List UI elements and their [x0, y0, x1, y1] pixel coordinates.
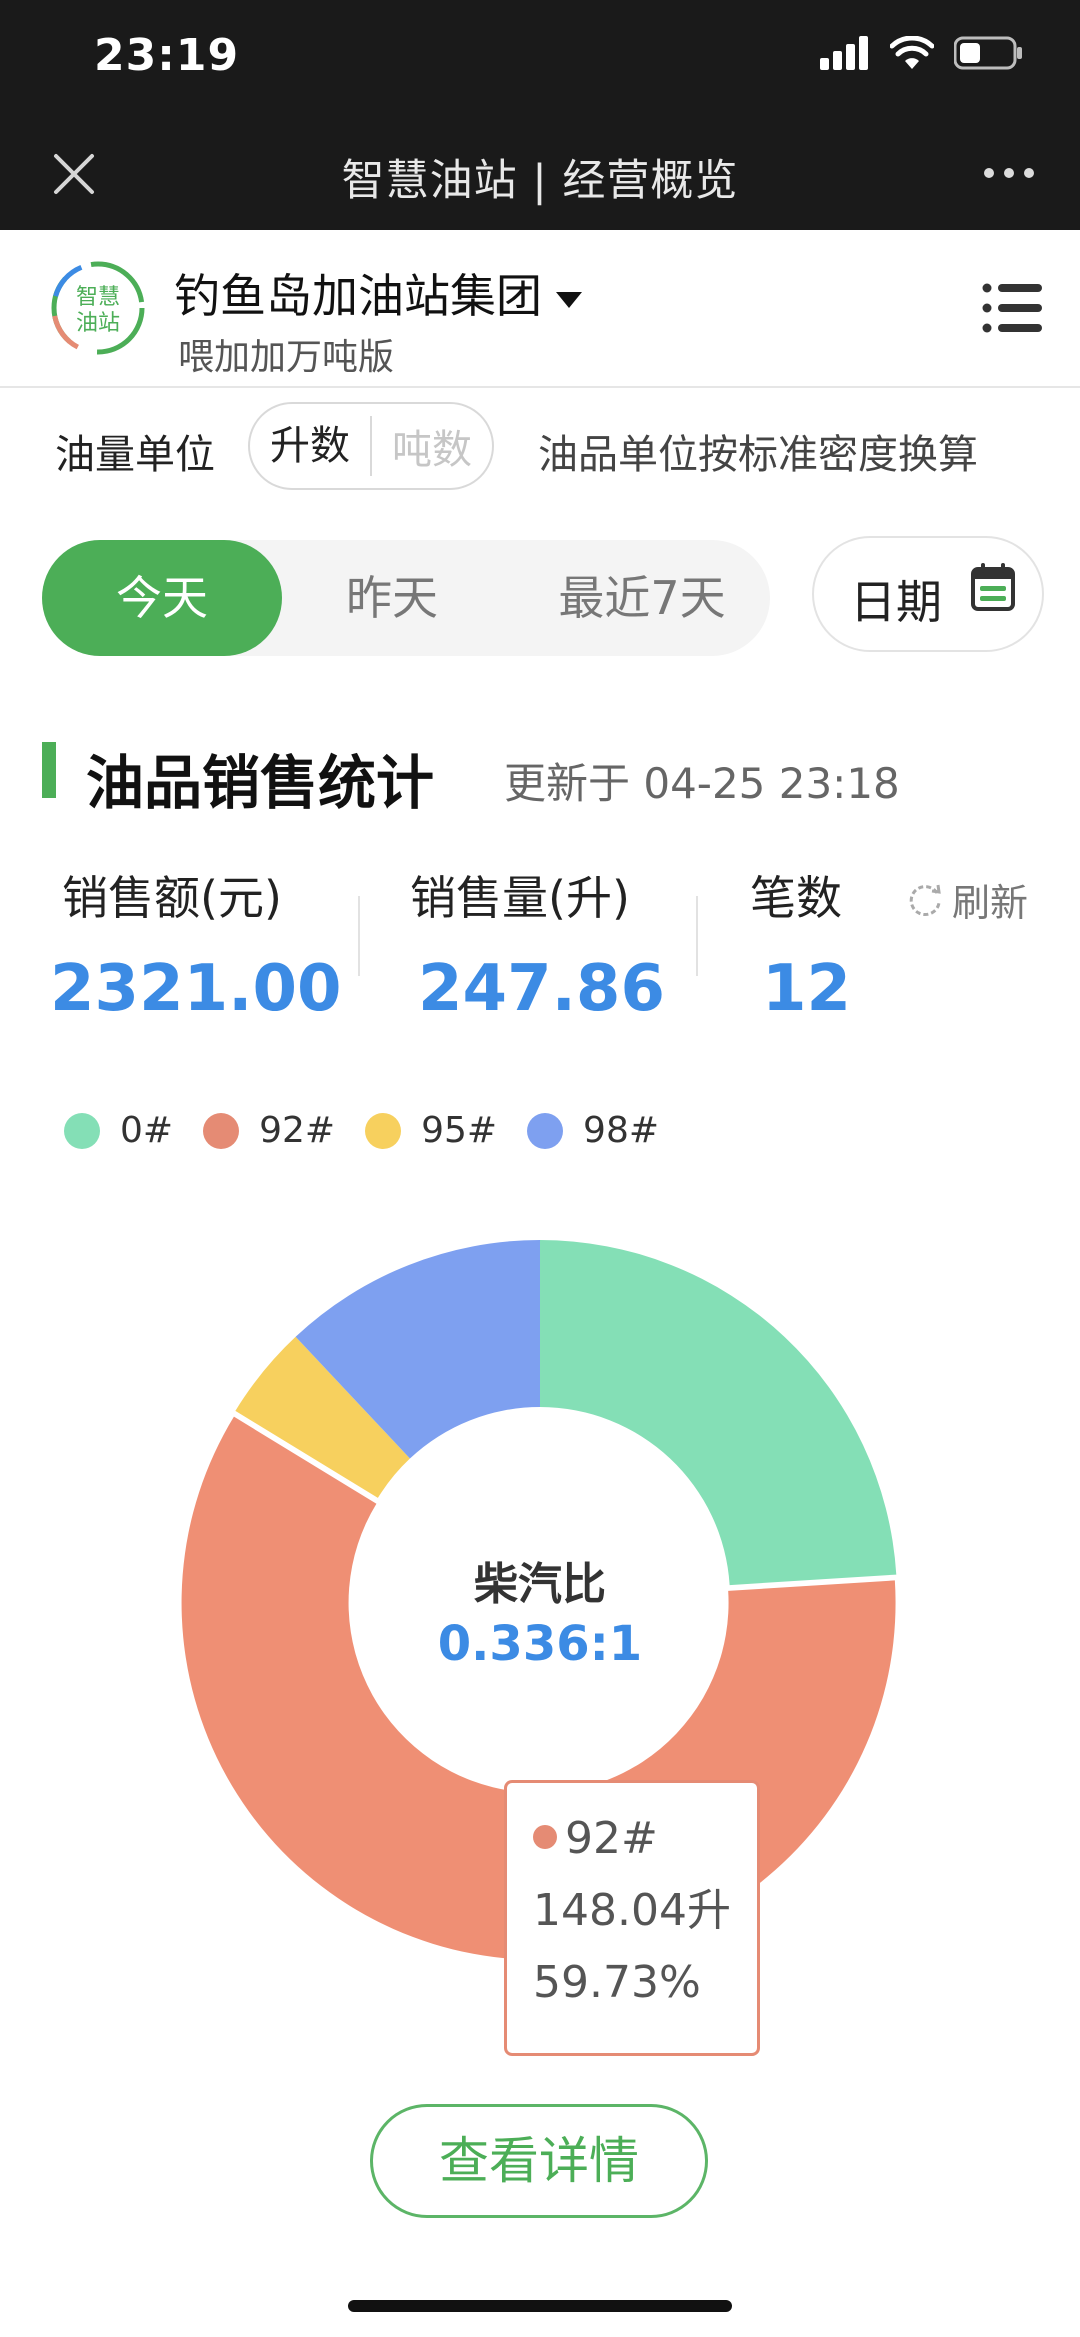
org-selector[interactable]: 钓鱼岛加油站集团 [174, 260, 582, 326]
tooltip-series: 92# [565, 1813, 658, 1864]
unit-label: 油量单位 [55, 432, 215, 478]
refresh-icon [909, 884, 941, 916]
legend-label: 98# [583, 1110, 660, 1151]
battery-icon [954, 36, 1022, 70]
section-accent-bar [42, 742, 56, 798]
wifi-icon [890, 36, 934, 69]
transaction-count-value: 12 [762, 952, 852, 1026]
signal-icon [820, 36, 868, 70]
legend-label: 0# [120, 1110, 174, 1151]
section-updated-time: 更新于 04-25 23:18 [504, 759, 900, 808]
sales-volume-label: 销售量(升) [410, 871, 630, 925]
legend-item-95[interactable]: 95# [365, 1110, 497, 1151]
date-button-label: 日期 [850, 575, 942, 629]
stat-divider [358, 896, 360, 976]
nav-title: 智慧油站 | 经营概览 [341, 156, 739, 206]
tab-last-7-days[interactable]: 最近7天 [532, 540, 752, 656]
stat-divider [696, 896, 698, 976]
tab-yesterday[interactable]: 昨天 [302, 540, 482, 656]
view-details-button[interactable]: 查看详情 [370, 2104, 708, 2218]
chart-tooltip: 92# 148.04升 59.73% [504, 1780, 760, 2056]
diesel-gasoline-ratio-title: 柴汽比 [474, 1559, 606, 1610]
tooltip-volume: 148.04升 [533, 1885, 731, 1936]
list-menu-icon[interactable] [982, 282, 1042, 334]
date-picker-button[interactable]: 日期 [812, 536, 1044, 652]
legend-dot [527, 1112, 564, 1149]
unit-option-liters[interactable]: 升数 [250, 416, 372, 476]
tooltip-dot [533, 1825, 557, 1849]
tooltip-percent: 59.73% [533, 1957, 701, 2008]
legend-item-92[interactable]: 92# [203, 1110, 335, 1151]
unit-row: 油量单位 升数 吨数 油品单位按标准密度换算 [0, 400, 1080, 496]
status-time: 23:19 [94, 30, 240, 81]
unit-note: 油品单位按标准密度换算 [538, 432, 978, 478]
tab-today[interactable]: 今天 [42, 540, 282, 656]
sales-amount-label: 销售额(元) [62, 871, 282, 925]
section-title: 油品销售统计 [86, 749, 435, 817]
logo-text-top: 智慧 [76, 285, 120, 310]
refresh-label: 刷新 [952, 881, 1029, 925]
legend-dot [64, 1112, 100, 1149]
org-subtitle: 喂加加万吨版 [178, 337, 395, 378]
org-header: 智慧 油站 钓鱼岛加油站集团 喂加加万吨版 [0, 230, 1080, 388]
transaction-count-label: 笔数 [750, 871, 842, 925]
legend-item-98[interactable]: 98# [527, 1110, 659, 1151]
donut-slice-0-grade[interactable] [540, 1240, 897, 1586]
unit-toggle[interactable]: 升数 吨数 [248, 402, 494, 490]
org-name: 钓鱼岛加油站集团 [174, 269, 542, 323]
logo-text-bottom: 油站 [76, 311, 120, 336]
legend-label: 95# [421, 1110, 498, 1151]
legend-dot [365, 1112, 402, 1149]
sales-volume-value: 247.86 [418, 952, 665, 1026]
chart-legend: 0# 92# 95# 98# [64, 1110, 689, 1151]
legend-item-0[interactable]: 0# [64, 1110, 173, 1151]
nav-bar: 智慧油站 | 经营概览 [0, 118, 1080, 230]
home-indicator [348, 2300, 732, 2312]
calendar-icon [971, 563, 1015, 611]
unit-option-tons[interactable]: 吨数 [372, 417, 492, 475]
date-tabs: 今天 昨天 最近7天 [42, 540, 770, 656]
sales-amount-value: 2321.00 [50, 952, 342, 1026]
status-icons [820, 36, 1024, 70]
diesel-gasoline-ratio-value: 0.336:1 [437, 1616, 643, 1672]
status-bar: 23:19 [0, 0, 1080, 118]
legend-label: 92# [259, 1110, 336, 1151]
refresh-button[interactable]: 刷新 [906, 872, 1028, 927]
legend-dot [203, 1112, 240, 1149]
more-icon[interactable] [984, 168, 1034, 178]
caret-down-icon [556, 291, 582, 308]
station-logo: 智慧 油站 [51, 261, 145, 355]
